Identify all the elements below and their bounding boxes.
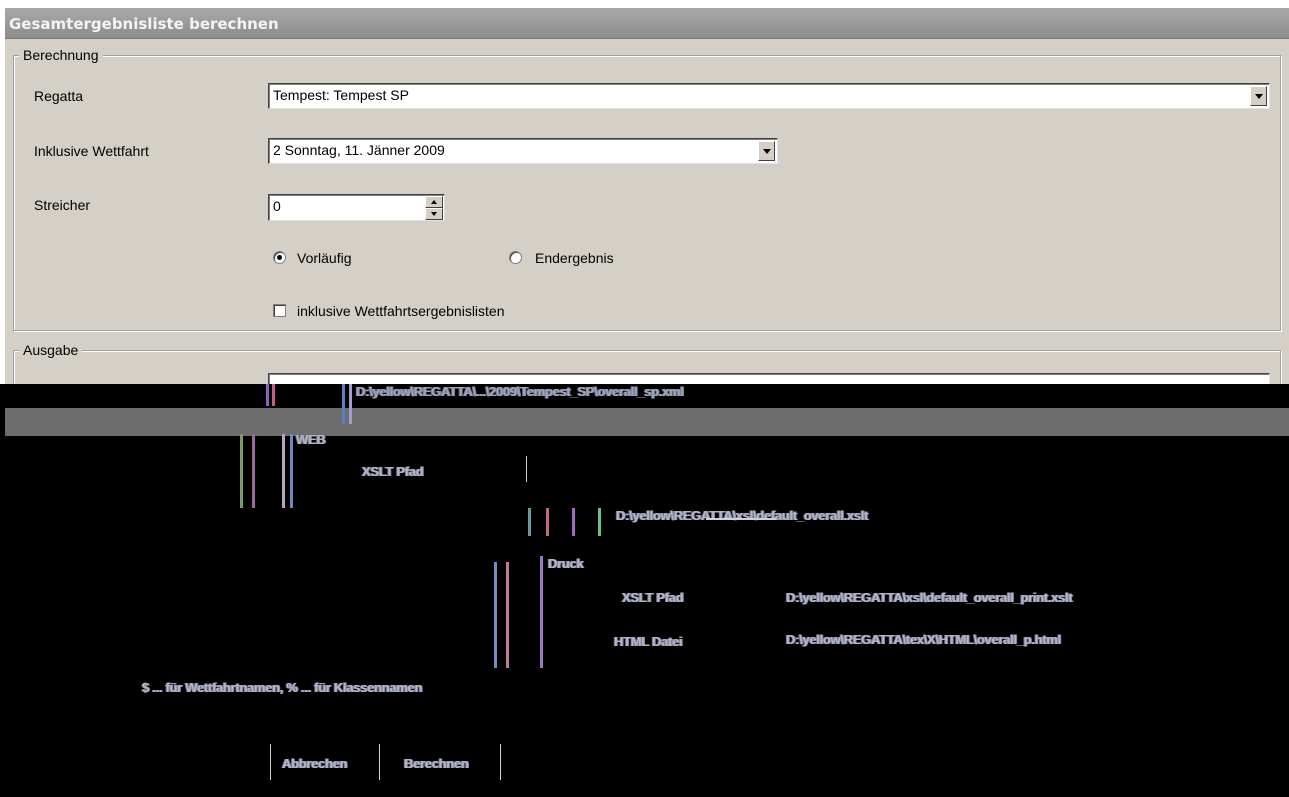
wettfahrt-value: 2 Sonntag, 11. Jänner 2009 bbox=[273, 142, 445, 158]
glitch-separator bbox=[379, 744, 380, 780]
glitch-line bbox=[290, 434, 293, 508]
abbrechen-button[interactable]: Abbrechen bbox=[282, 756, 348, 771]
streicher-label: Streicher bbox=[34, 197, 91, 213]
regatta-label: Regatta bbox=[34, 88, 84, 104]
druck-xslt-value: D:\yellow\REGATTA\xsl\default_overall_pr… bbox=[786, 590, 1073, 605]
ausgabe-legend: Ausgabe bbox=[19, 342, 83, 358]
glitch-line bbox=[342, 384, 345, 424]
glitch-line bbox=[546, 508, 549, 536]
wettfahrt-listen-checkbox[interactable] bbox=[273, 304, 286, 317]
web-xslt-value: D:\yellow\REGATTA\xsl\default_overall.xs… bbox=[616, 508, 869, 523]
glitch-line bbox=[240, 434, 243, 508]
berechnung-legend: Berechnung bbox=[19, 47, 103, 63]
berechnen-button[interactable]: Berechnen bbox=[404, 756, 469, 771]
regatta-value: Tempest: Tempest SP bbox=[273, 87, 409, 103]
radio-vorlaeufig[interactable] bbox=[273, 251, 286, 264]
corrupted-region: D:\yellow\REGATTA\...\2009\Tempest_SP\ov… bbox=[0, 384, 1289, 797]
radio-endergebnis[interactable] bbox=[509, 251, 522, 264]
glitch-line bbox=[598, 508, 601, 536]
glitch-line bbox=[572, 508, 575, 536]
wettfahrt-listen-label[interactable]: inklusive Wettfahrtsergebnislisten bbox=[297, 303, 505, 319]
window-title: Gesamtergebnisliste berechnen bbox=[9, 15, 279, 33]
druck-xslt-label: XSLT Pfad bbox=[622, 590, 684, 605]
title-bar: Gesamtergebnisliste berechnen bbox=[5, 8, 1289, 39]
glitch-separator bbox=[500, 744, 501, 780]
corrupted-gray-band bbox=[5, 408, 1289, 436]
wettfahrt-label: Inklusive Wettfahrt bbox=[34, 143, 149, 159]
radio-endergebnis-label[interactable]: Endergebnis bbox=[535, 250, 614, 266]
streicher-value: 0 bbox=[273, 198, 281, 214]
web-label: WEB bbox=[296, 432, 326, 447]
stepper-down-icon[interactable] bbox=[425, 208, 443, 220]
druck-html-value: D:\yellow\REGATTA\tex\X\HTML\overall_p.h… bbox=[786, 632, 1061, 647]
glitch-line bbox=[349, 384, 352, 424]
glitch-line bbox=[506, 562, 509, 668]
regatta-dropdown[interactable]: Tempest: Tempest SP bbox=[268, 83, 1270, 109]
web-xslt-label: XSLT Pfad bbox=[362, 464, 424, 479]
dialog-window: Gesamtergebnisliste berechnen Berechnung… bbox=[5, 8, 1289, 412]
glitch-line bbox=[266, 384, 269, 406]
druck-label: Druck bbox=[548, 556, 584, 571]
glitch-bar bbox=[706, 518, 776, 520]
glitch-line bbox=[282, 434, 285, 508]
stepper-up-icon[interactable] bbox=[425, 196, 443, 208]
glitch-line bbox=[252, 434, 255, 508]
radio-vorlaeufig-label[interactable]: Vorläufig bbox=[297, 250, 351, 266]
glitch-line bbox=[494, 562, 497, 668]
glitch-separator bbox=[526, 456, 527, 482]
placeholder-hint: $ ... für Wettfahrtnamen, % ... für Klas… bbox=[142, 680, 423, 695]
stepper-buttons[interactable] bbox=[425, 196, 443, 220]
chevron-down-icon[interactable] bbox=[758, 141, 775, 161]
wettfahrt-dropdown[interactable]: 2 Sonntag, 11. Jänner 2009 bbox=[268, 138, 778, 164]
streicher-stepper[interactable]: 0 bbox=[268, 194, 445, 221]
chevron-down-icon[interactable] bbox=[1250, 86, 1267, 106]
ausgabe-path-value: D:\yellow\REGATTA\...\2009\Tempest_SP\ov… bbox=[356, 384, 684, 399]
glitch-line bbox=[540, 556, 543, 668]
glitch-line bbox=[528, 508, 531, 536]
glitch-line bbox=[272, 384, 275, 406]
druck-html-label: HTML Datei bbox=[614, 634, 683, 649]
glitch-separator bbox=[270, 744, 271, 780]
